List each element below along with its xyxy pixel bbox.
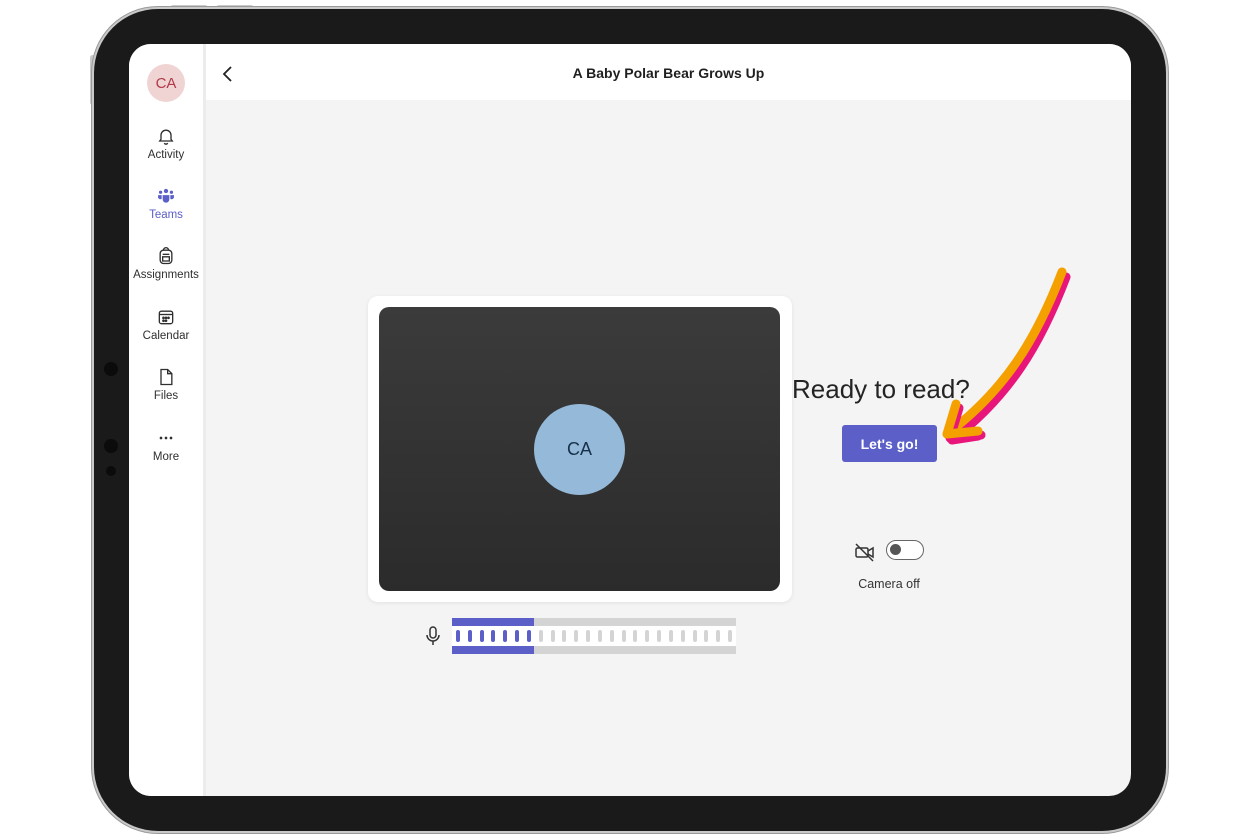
profile-avatar[interactable]: CA: [147, 64, 185, 102]
sensor-dot: [106, 466, 116, 476]
sidebar-item-activity[interactable]: Activity: [129, 126, 203, 161]
mic-level-tick: [669, 630, 673, 642]
sidebar-item-files[interactable]: Files: [129, 367, 203, 402]
header-bar: A Baby Polar Bear Grows Up: [206, 44, 1131, 100]
camera-toggle[interactable]: [886, 540, 924, 560]
mic-level-meter: [452, 618, 736, 654]
mic-level-tick: [681, 630, 685, 642]
mic-level-tick: [515, 630, 519, 642]
camera-dot: [104, 439, 118, 453]
teams-icon: [158, 188, 174, 203]
sidebar-item-more[interactable]: More: [129, 428, 203, 463]
lets-go-button[interactable]: Let's go!: [842, 425, 937, 462]
mic-level-tick: [456, 630, 460, 642]
camera-status-label: Camera off: [858, 577, 920, 591]
sensor-dot: [104, 362, 118, 376]
mic-level-tick: [610, 630, 614, 642]
mic-level-row: [425, 618, 745, 654]
mic-level-tick: [657, 630, 661, 642]
microphone-icon[interactable]: [425, 626, 441, 646]
mic-level-tick: [503, 630, 507, 642]
sidebar-item-assignments[interactable]: Assignments: [129, 246, 203, 281]
backpack-icon: [159, 247, 173, 265]
mic-level-tick: [622, 630, 626, 642]
more-icon: [159, 436, 173, 440]
mic-level-tick: [468, 630, 472, 642]
user-avatar: CA: [534, 404, 625, 495]
calendar-icon: [158, 310, 174, 325]
bell-icon: [158, 129, 174, 145]
sidebar-item-teams[interactable]: Teams: [129, 186, 203, 221]
mic-level-tick: [551, 630, 555, 642]
sidebar-item-calendar[interactable]: Calendar: [129, 307, 203, 342]
file-icon: [160, 368, 173, 386]
ready-heading: Ready to read?: [792, 374, 970, 404]
mic-level-tick: [704, 630, 708, 642]
video-preview-card: CA: [368, 296, 792, 602]
mic-level-tick: [645, 630, 649, 642]
camera-preview: CA: [379, 307, 780, 591]
mic-level-tick: [574, 630, 578, 642]
mic-level-tick: [539, 630, 543, 642]
camera-off-icon: [855, 543, 874, 562]
page-title: A Baby Polar Bear Grows Up: [572, 65, 765, 81]
mic-level-tick: [586, 630, 590, 642]
app-sidebar: CA Activity Teams Assignments Calendar F…: [129, 44, 206, 796]
mic-level-tick: [716, 630, 720, 642]
mic-level-tick: [527, 630, 531, 642]
mic-level-tick: [562, 630, 566, 642]
mic-level-tick: [598, 630, 602, 642]
mic-level-tick: [728, 630, 732, 642]
mic-level-tick: [633, 630, 637, 642]
mic-level-tick: [693, 630, 697, 642]
mic-level-tick: [480, 630, 484, 642]
app-screen: CA Activity Teams Assignments Calendar F…: [129, 44, 1131, 796]
mic-level-tick: [491, 630, 495, 642]
